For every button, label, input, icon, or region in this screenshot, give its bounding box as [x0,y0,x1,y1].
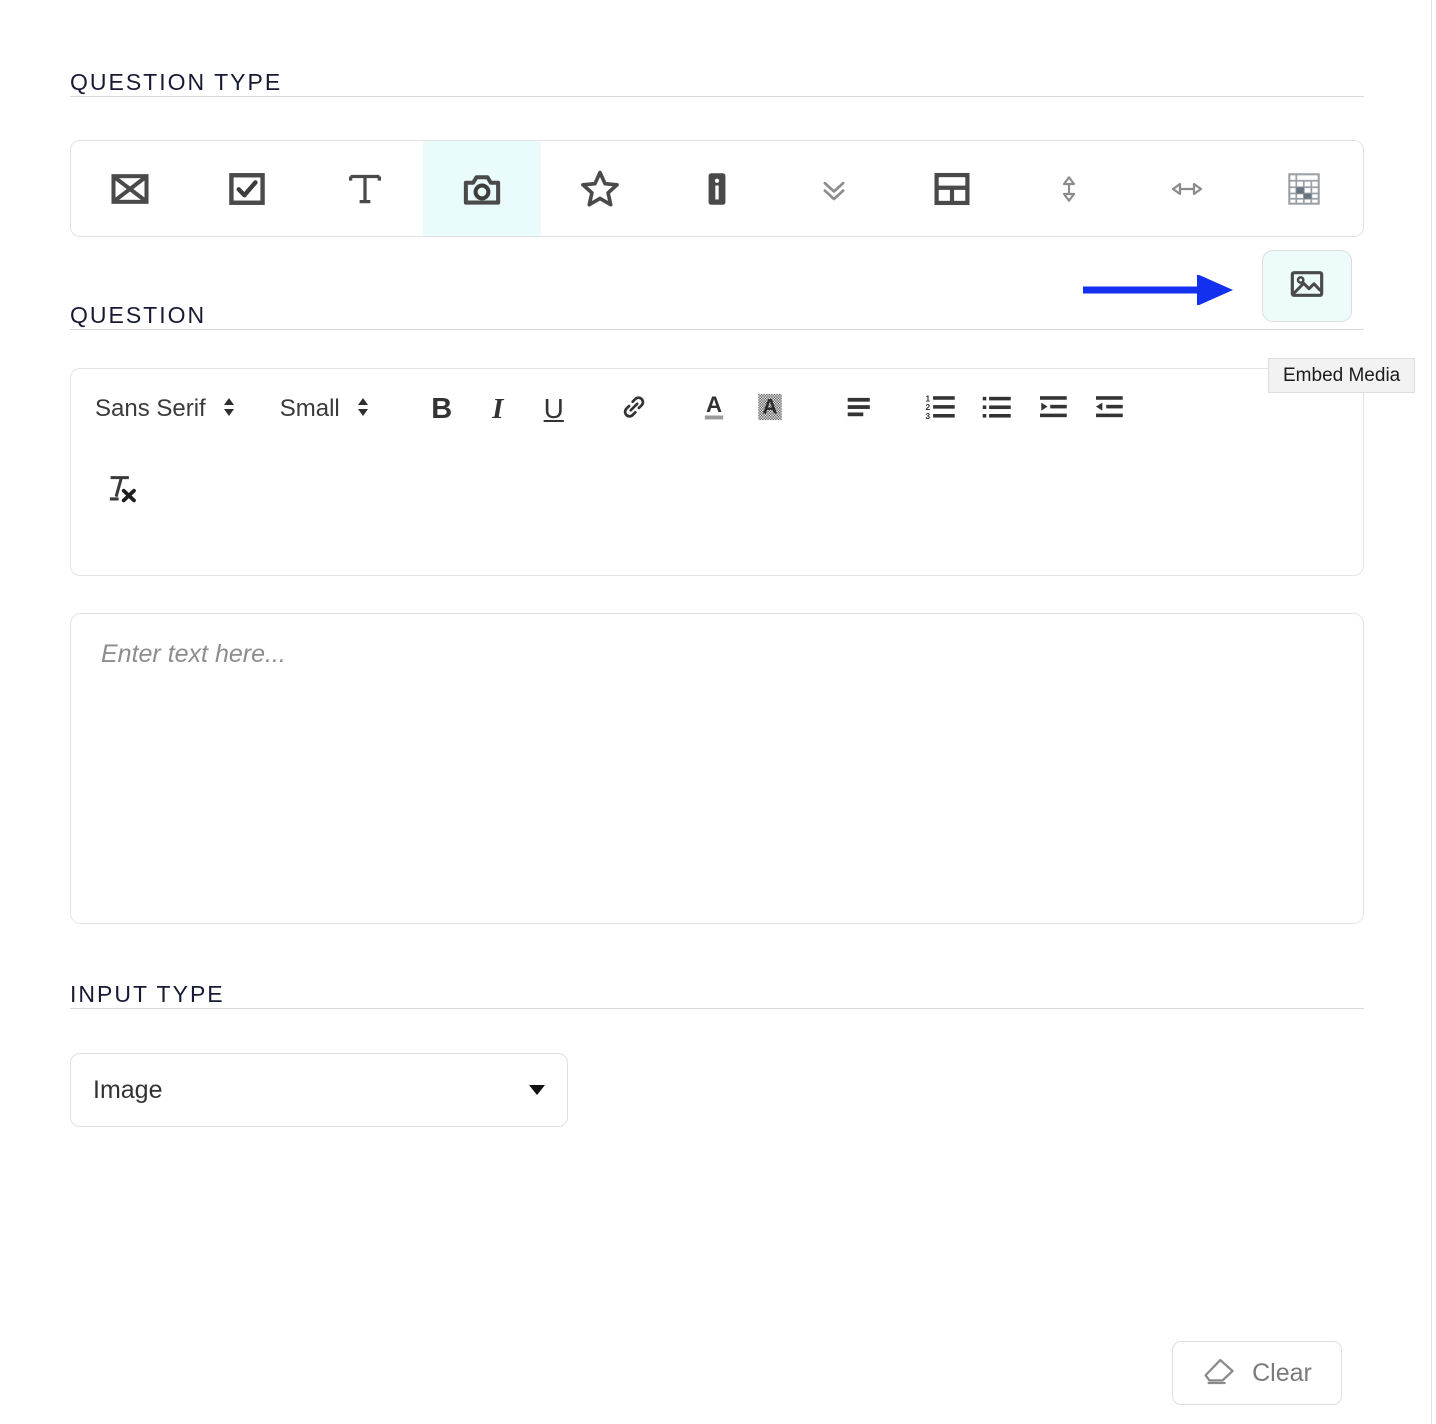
bold-icon: B [431,392,453,425]
underline-button[interactable]: U [526,385,582,433]
camera-icon [460,167,504,211]
align-button[interactable] [834,385,890,433]
bold-button[interactable]: B [414,385,470,433]
link-button[interactable] [606,385,662,433]
chevron-down-icon [529,1085,545,1095]
ordered-list-button[interactable]: 1 2 3 [914,385,970,433]
question-divider [70,329,1364,330]
horizontal-arrows-icon [1166,168,1208,210]
clear-button[interactable]: Clear [1172,1341,1342,1405]
font-size-value: Small [279,395,340,422]
clear-formatting-button[interactable] [95,467,151,515]
question-type-heading: QUESTION TYPE [70,69,283,95]
unordered-list-icon [981,393,1015,426]
question-type-info[interactable] [658,141,775,236]
question-type-rating[interactable] [541,141,658,236]
text-color-icon: A [698,390,730,429]
indent-icon [1093,393,1127,426]
image-placeholder-icon [108,167,152,211]
question-type-text[interactable] [306,141,423,236]
question-type-table[interactable] [1246,141,1363,236]
font-family-select[interactable]: Sans Serif [95,394,238,425]
answer-textarea[interactable]: Enter text here... [70,613,1364,924]
eraser-icon [1202,1355,1238,1392]
input-type-section-header: INPUT TYPE [70,962,1364,1009]
input-type-divider [70,1008,1364,1009]
checkbox-icon [225,167,269,211]
italic-icon: I [492,392,504,425]
svg-text:A: A [706,392,722,417]
align-left-icon [845,394,879,425]
embed-media-tooltip: Embed Media [1268,358,1416,393]
svg-text:1: 1 [925,394,930,403]
question-type-collapse[interactable] [776,141,893,236]
clear-formatting-icon [104,471,142,512]
text-icon [342,166,388,212]
question-editor-page: QUESTION TYPE QUESTION Embed Media Sans … [0,0,1436,1424]
editor-toolbar: Sans Serif Small B I U A A 1 2 3 [71,369,1363,515]
question-type-section[interactable] [893,141,1010,236]
font-size-select[interactable]: Small [280,394,372,425]
italic-button[interactable]: I [470,385,526,433]
question-type-image-placeholder[interactable] [71,141,188,236]
answer-placeholder: Enter text here... [101,640,286,668]
font-family-value: Sans Serif [95,395,206,422]
background-color-button[interactable]: A [742,385,798,433]
question-type-section-header: QUESTION TYPE [70,50,1364,97]
input-type-value: Image [93,1075,163,1104]
outdent-button[interactable] [1026,385,1082,433]
svg-text:3: 3 [925,412,930,421]
background-color-icon: A [754,390,786,429]
question-type-horizontal-rule[interactable] [1128,141,1245,236]
unordered-list-button[interactable] [970,385,1026,433]
input-type-heading: INPUT TYPE [70,981,225,1007]
double-chevron-down-icon [814,169,854,209]
layout-icon [930,167,974,211]
svg-text:A: A [762,395,777,418]
question-type-vertical-spacer[interactable] [1011,141,1128,236]
vertical-arrows-icon [1049,169,1089,209]
embed-media-button[interactable] [1262,250,1352,322]
question-type-camera[interactable] [423,141,541,236]
updown-arrows-icon [220,394,238,425]
question-section-header: QUESTION [70,283,1364,330]
link-icon [618,391,650,428]
ordered-list-icon: 1 2 3 [924,393,960,426]
indent-button[interactable] [1082,385,1138,433]
question-type-divider [70,96,1364,97]
clear-label: Clear [1252,1358,1312,1387]
image-icon [1287,264,1327,309]
question-heading: QUESTION [70,302,207,328]
rich-text-editor: Sans Serif Small B I U A A 1 2 3 [70,368,1364,576]
underline-icon: U [543,393,564,424]
table-icon [1283,168,1325,210]
outdent-icon [1037,393,1071,426]
input-type-select[interactable]: Image [70,1053,568,1127]
svg-text:2: 2 [925,403,930,412]
info-icon [695,167,739,211]
updown-arrows-icon [354,394,372,425]
text-color-button[interactable]: A [686,385,742,433]
panel-right-divider [1431,0,1432,1424]
star-icon [577,166,623,212]
question-type-toolbar [70,140,1364,237]
question-type-checkbox[interactable] [188,141,305,236]
